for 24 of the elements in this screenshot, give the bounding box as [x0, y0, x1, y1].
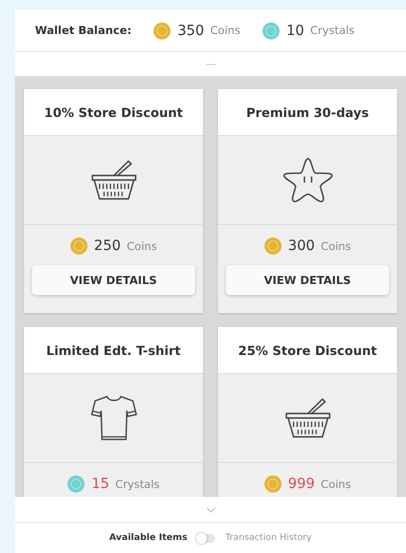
price-unit: Crystals — [115, 478, 160, 490]
balance-unit: Coins — [210, 24, 240, 37]
price-amount: 300 — [288, 238, 315, 254]
item-title: 25% Store Discount — [218, 327, 397, 374]
price-unit: Coins — [320, 240, 351, 252]
price-amount: 999 — [288, 476, 315, 492]
balance-unit: Crystals — [310, 24, 354, 37]
balance-amount: 10 — [286, 22, 304, 38]
switch-label: Available Items — [109, 533, 188, 543]
chevron-down-icon[interactable] — [206, 506, 216, 512]
item-title: 10% Store Discount — [24, 89, 203, 136]
price-amount: 250 — [94, 238, 121, 254]
item-title: Premium 30-days — [218, 89, 397, 136]
price-unit: Coins — [320, 478, 351, 490]
star-icon — [280, 156, 334, 204]
view-toggle[interactable] — [197, 534, 216, 542]
switch-label: Transaction History — [225, 533, 312, 543]
view-details-button[interactable]: VIEW DETAILS — [32, 265, 195, 295]
wallet-label: Wallet Balance: — [35, 24, 132, 37]
price-amount: 15 — [91, 476, 110, 492]
balance-amount: 350 — [177, 22, 204, 38]
price-unit: Coins — [126, 240, 157, 252]
item-title: Limited Edt. T-shirt — [24, 327, 203, 374]
view-details-button[interactable]: VIEW DETAILS — [226, 265, 389, 295]
